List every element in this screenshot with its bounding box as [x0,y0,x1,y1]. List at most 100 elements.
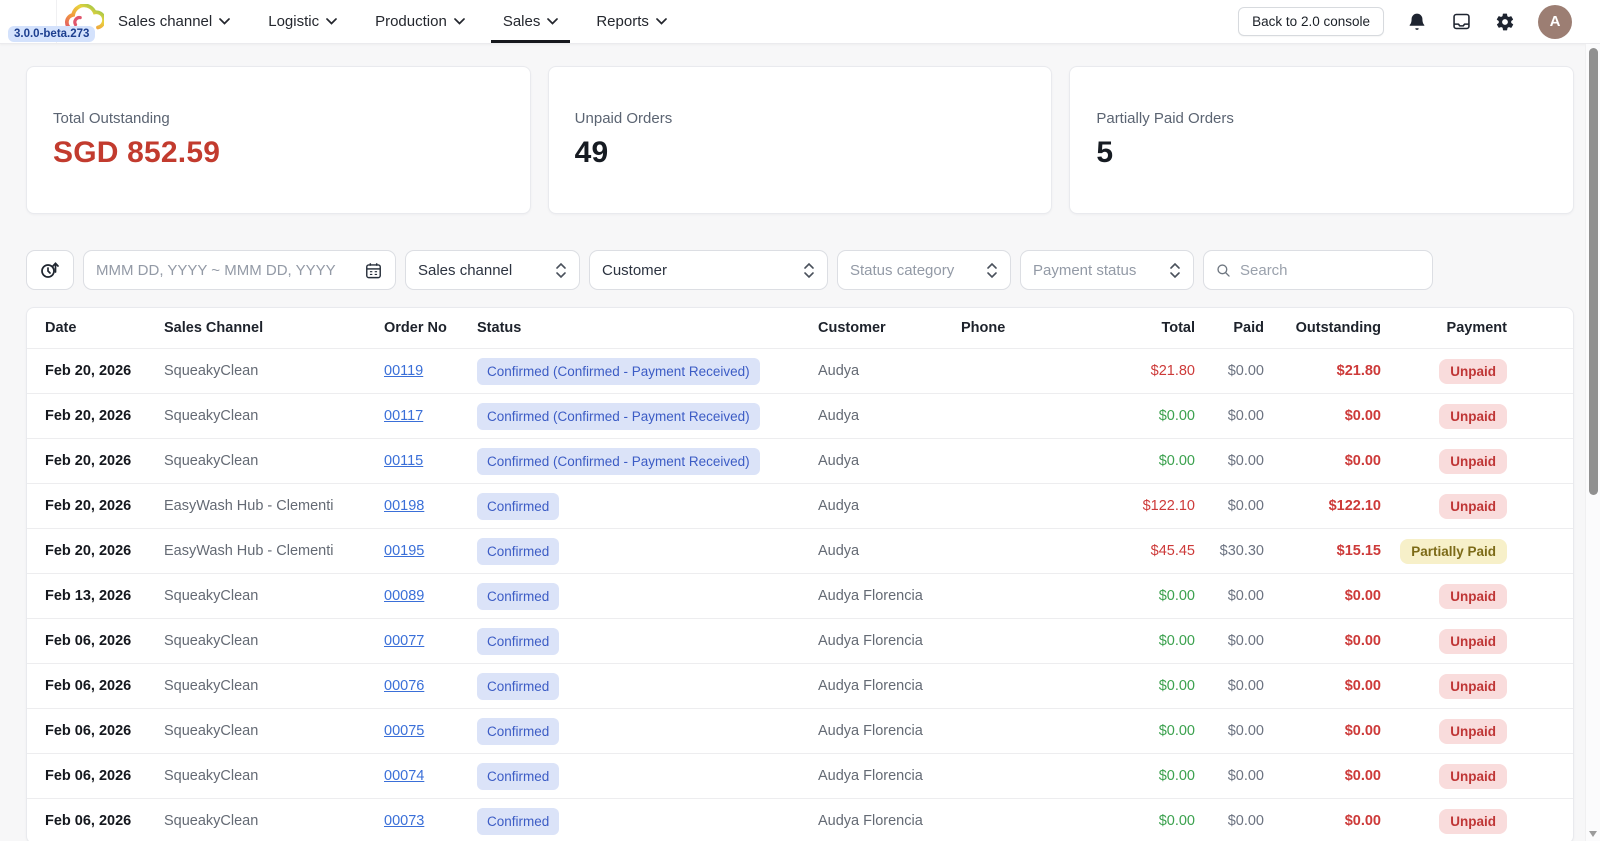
col-header-total: Total [1161,320,1195,336]
scrollbar-thumb[interactable] [1589,48,1598,495]
nav-item-sales[interactable]: Sales [490,0,571,43]
search-input[interactable] [1240,261,1420,279]
order-number-link[interactable]: 00073 [384,813,424,829]
order-customer: Audya Florencia [818,588,923,604]
inbox-tray-icon[interactable] [1450,11,1472,33]
order-status-badge: Confirmed [477,717,560,745]
order-outstanding: $0.00 [1344,813,1381,829]
payment-status-badge: Unpaid [1439,358,1507,384]
order-number-link[interactable]: 00089 [384,588,424,604]
back-to-console-button[interactable]: Back to 2.0 console [1238,7,1384,36]
order-status-badge: Confirmed (Confirmed - Payment Received) [477,447,760,475]
filter-toolbar: MMM DD, YYYY ~ MMM DD, YYYY Sales channe… [26,250,1574,290]
payment-status-badge: Partially Paid [1400,538,1507,564]
col-header-sales-channel: Sales Channel [164,320,264,336]
order-customer: Audya [818,363,860,379]
table-row: Feb 20, 2026 SqueakyClean 00117 Confirme… [27,393,1573,438]
card-label: Unpaid Orders [574,110,673,127]
order-sales-channel: SqueakyClean [164,633,259,649]
order-paid: $0.00 [1227,363,1264,379]
order-customer: Audya [818,498,860,514]
notifications-bell-icon[interactable] [1406,11,1428,33]
col-header-payment: Payment [1446,320,1507,336]
order-number-link[interactable]: 00075 [384,723,424,739]
order-total: $0.00 [1158,678,1195,694]
table-row: Feb 20, 2026 EasyWash Hub - Clementi 001… [27,483,1573,528]
order-sales-channel: SqueakyClean [164,363,259,379]
order-customer: Audya Florencia [818,678,923,694]
col-header-outstanding: Outstanding [1295,320,1381,336]
payment-status-select[interactable]: Payment status [1020,250,1194,290]
payment-status-badge: Unpaid [1439,718,1507,744]
scrollbar-down-arrow-icon[interactable] [1589,831,1597,837]
sales-channel-select[interactable]: Sales channel [405,250,580,290]
nav-label: Sales channel [118,13,213,30]
order-status-badge: Confirmed [477,537,560,565]
col-header-date: Date [45,320,77,336]
order-paid: $0.00 [1227,723,1264,739]
nav-item-reports[interactable]: Reports [584,0,679,43]
vertical-scrollbar[interactable] [1585,44,1600,841]
order-paid: $0.00 [1227,813,1264,829]
order-paid: $0.00 [1227,633,1264,649]
order-number-link[interactable]: 00198 [384,498,424,514]
chevrons-up-down-icon [1170,262,1180,278]
card-value: 49 [574,136,609,169]
order-status-badge: Confirmed [477,807,560,835]
customer-select[interactable]: Customer [589,250,828,290]
order-outstanding: $122.10 [1328,498,1381,514]
logo-zone: 3.0.0-beta.273 [0,0,104,43]
order-paid: $0.00 [1227,588,1264,604]
table-row: Feb 20, 2026 SqueakyClean 00115 Confirme… [27,438,1573,483]
chevron-down-icon [453,18,465,25]
order-number-link[interactable]: 00115 [384,453,423,469]
order-number-link[interactable]: 00076 [384,678,424,694]
sort-by-time-button[interactable] [26,250,74,290]
nav-item-production[interactable]: Production [363,0,477,43]
order-number-link[interactable]: 00074 [384,768,424,784]
chevrons-up-down-icon [804,262,814,278]
chevron-down-icon [326,18,337,25]
order-date: Feb 06, 2026 [45,813,132,829]
order-date: Feb 13, 2026 [45,588,132,604]
order-number-link[interactable]: 00195 [384,543,424,559]
order-sales-channel: SqueakyClean [164,678,259,694]
summary-cards: Total Outstanding SGD 852.59 Unpaid Orde… [26,66,1575,214]
card-label: Total Outstanding [53,110,170,127]
order-paid: $0.00 [1227,453,1264,469]
payment-status-badge: Unpaid [1439,403,1507,429]
order-paid: $0.00 [1227,678,1264,694]
order-sales-channel: EasyWash Hub - Clementi [164,543,334,559]
chevron-down-icon [219,18,231,25]
order-status-badge: Confirmed [477,627,560,655]
order-sales-channel: SqueakyClean [164,453,259,469]
user-avatar[interactable]: A [1538,4,1572,39]
chevron-down-icon [656,18,667,25]
select-placeholder: Payment status [1033,261,1137,279]
order-sales-channel: SqueakyClean [164,813,259,829]
nav-item-logistic[interactable]: Logistic [256,0,349,43]
nav-item-sales-channel[interactable]: Sales channel [106,0,242,43]
chevrons-up-down-icon [987,262,997,278]
status-category-select[interactable]: Status category [837,250,1011,290]
order-date: Feb 20, 2026 [45,498,132,514]
order-total: $0.00 [1158,588,1195,604]
card-partially-paid-orders: Partially Paid Orders 5 [1069,66,1575,214]
order-number-link[interactable]: 00119 [384,363,423,379]
order-number-link[interactable]: 00117 [384,408,423,424]
payment-status-badge: Unpaid [1439,763,1507,789]
order-outstanding: $0.00 [1344,633,1381,649]
order-date: Feb 06, 2026 [45,633,132,649]
select-value: Customer [602,261,668,279]
order-status-badge: Confirmed (Confirmed - Payment Received) [477,402,760,430]
order-sales-channel: SqueakyClean [164,588,259,604]
nav-label: Sales [502,13,541,30]
col-header-status: Status [477,320,522,336]
date-range-input[interactable]: MMM DD, YYYY ~ MMM DD, YYYY [83,250,396,290]
date-range-placeholder: MMM DD, YYYY ~ MMM DD, YYYY [96,261,336,279]
settings-gear-icon[interactable] [1494,11,1516,33]
order-date: Feb 20, 2026 [45,363,132,379]
col-header-order-no: Order No [384,320,447,336]
order-status-badge: Confirmed [477,762,560,790]
order-number-link[interactable]: 00077 [384,633,424,649]
